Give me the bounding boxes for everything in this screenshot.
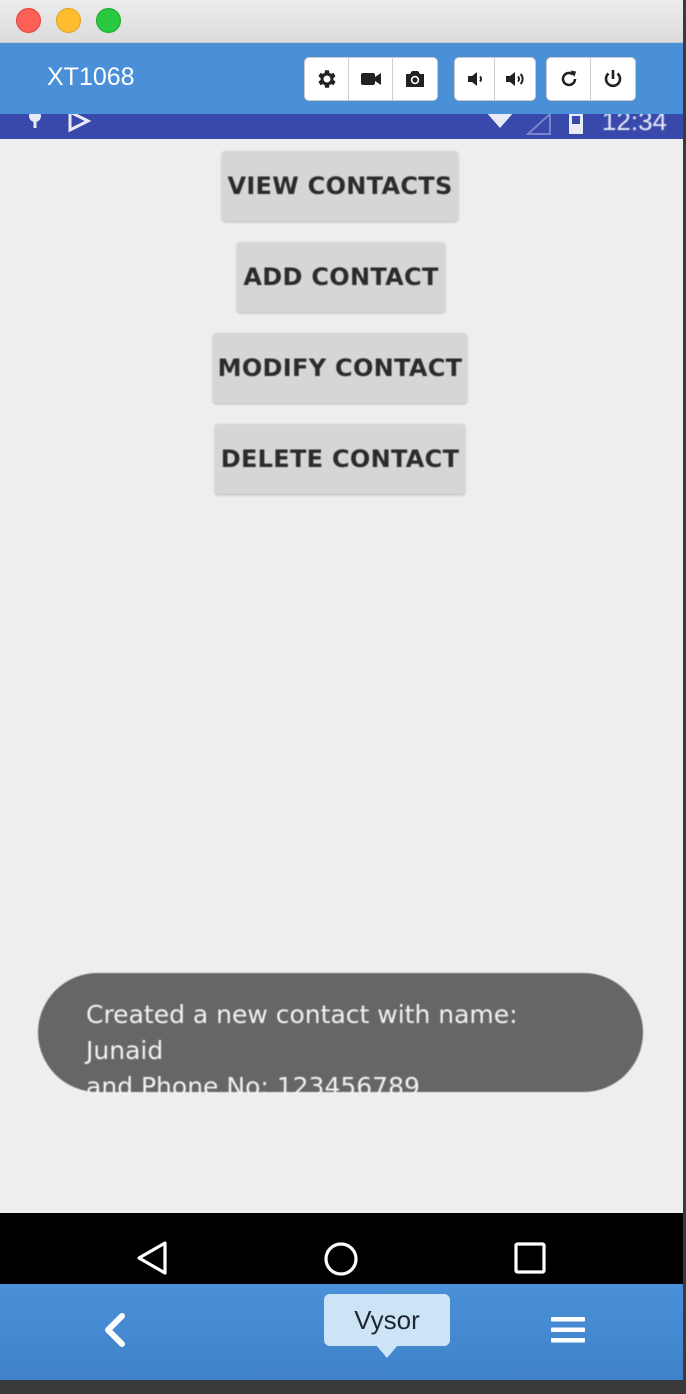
video-camera-icon bbox=[360, 73, 381, 85]
gear-icon bbox=[317, 70, 336, 88]
system-group bbox=[546, 57, 636, 101]
volume-group bbox=[454, 57, 536, 101]
rotate-icon bbox=[561, 70, 576, 87]
settings-button[interactable] bbox=[305, 58, 349, 100]
back-triangle-icon[interactable] bbox=[134, 1240, 170, 1276]
android-nav-bar bbox=[0, 1213, 683, 1284]
camera-icon bbox=[406, 71, 424, 87]
play-store-icon bbox=[68, 114, 92, 133]
vysor-window: XT1068 12:34 VIEW CONTACTS ADD CONTACT M… bbox=[0, 0, 683, 1380]
tooltip: Vysor bbox=[324, 1294, 450, 1346]
maximize-window-button[interactable] bbox=[96, 8, 121, 33]
view-contacts-button[interactable]: VIEW CONTACTS bbox=[222, 151, 458, 221]
chevron-left-icon[interactable] bbox=[100, 1312, 128, 1348]
battery-icon bbox=[569, 114, 583, 134]
delete-contact-button[interactable]: DELETE CONTACT bbox=[215, 424, 465, 494]
home-circle-icon[interactable] bbox=[322, 1240, 360, 1278]
rotate-button[interactable] bbox=[547, 58, 591, 100]
location-pin-icon bbox=[29, 114, 41, 128]
record-video-button[interactable] bbox=[349, 58, 393, 100]
android-status-bar: 12:34 bbox=[0, 114, 683, 139]
settings-media-group bbox=[304, 57, 438, 101]
volume-down-icon bbox=[467, 72, 482, 86]
toast-line-1: Created a new contact with name: Junaid bbox=[86, 1000, 518, 1065]
volume-up-icon bbox=[506, 72, 524, 86]
toast-message: Created a new contact with name: Junaid … bbox=[38, 973, 643, 1101]
power-icon bbox=[604, 70, 622, 88]
modify-contact-button[interactable]: MODIFY CONTACT bbox=[213, 333, 467, 403]
status-time: 12:34 bbox=[601, 114, 667, 136]
vysor-toolbar: XT1068 bbox=[0, 43, 683, 114]
vysor-bottom-bar: Vysor bbox=[0, 1284, 683, 1380]
minimize-window-button[interactable] bbox=[56, 8, 81, 33]
volume-down-button[interactable] bbox=[455, 58, 495, 100]
recents-square-icon[interactable] bbox=[513, 1241, 547, 1275]
tooltip-arrow bbox=[376, 1345, 398, 1358]
app-content: VIEW CONTACTS ADD CONTACT MODIFY CONTACT… bbox=[0, 139, 683, 1213]
hamburger-menu-icon[interactable] bbox=[551, 1315, 585, 1345]
title-bar bbox=[0, 0, 683, 43]
volume-up-button[interactable] bbox=[495, 58, 535, 100]
screenshot-button[interactable] bbox=[393, 58, 437, 100]
add-contact-button[interactable]: ADD CONTACT bbox=[237, 242, 445, 312]
close-window-button[interactable] bbox=[16, 8, 41, 33]
device-name: XT1068 bbox=[47, 63, 135, 91]
toast-line-2: and Phone No: 123456789 bbox=[86, 1072, 420, 1101]
power-button[interactable] bbox=[591, 58, 635, 100]
wifi-icon bbox=[487, 114, 513, 128]
signal-icon bbox=[526, 114, 551, 135]
